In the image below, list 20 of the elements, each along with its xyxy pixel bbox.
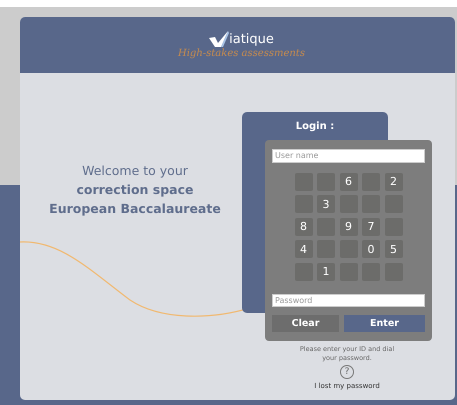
checkmark-logo-icon	[209, 31, 230, 47]
enter-button[interactable]: Enter	[344, 315, 425, 332]
keypad-key[interactable]: 6	[340, 172, 358, 190]
keypad-key[interactable]: 5	[384, 240, 402, 258]
tagline: High-stakes assessments	[178, 48, 305, 59]
logo-text: iatique	[229, 33, 274, 47]
keypad-key[interactable]: 1	[317, 262, 335, 280]
welcome-message: Welcome to your correction space European Baccalaureate	[48, 162, 222, 218]
help-icon[interactable]: ?	[340, 365, 354, 379]
clear-button[interactable]: Clear	[272, 315, 339, 332]
keypad-key[interactable]: 0	[362, 240, 380, 258]
password-field[interactable]: Password	[272, 294, 425, 307]
keypad-key[interactable]: 3	[317, 195, 335, 213]
username-field[interactable]: User name	[272, 149, 425, 162]
keypad-key[interactable]: 9	[340, 218, 358, 236]
login-title: Login :	[296, 121, 334, 132]
keypad-key[interactable]: 2	[384, 172, 402, 190]
keypad-key[interactable]: 4	[294, 240, 312, 258]
keypad-key[interactable]: 8	[294, 218, 312, 236]
keypad-key[interactable]: 7	[362, 218, 380, 236]
